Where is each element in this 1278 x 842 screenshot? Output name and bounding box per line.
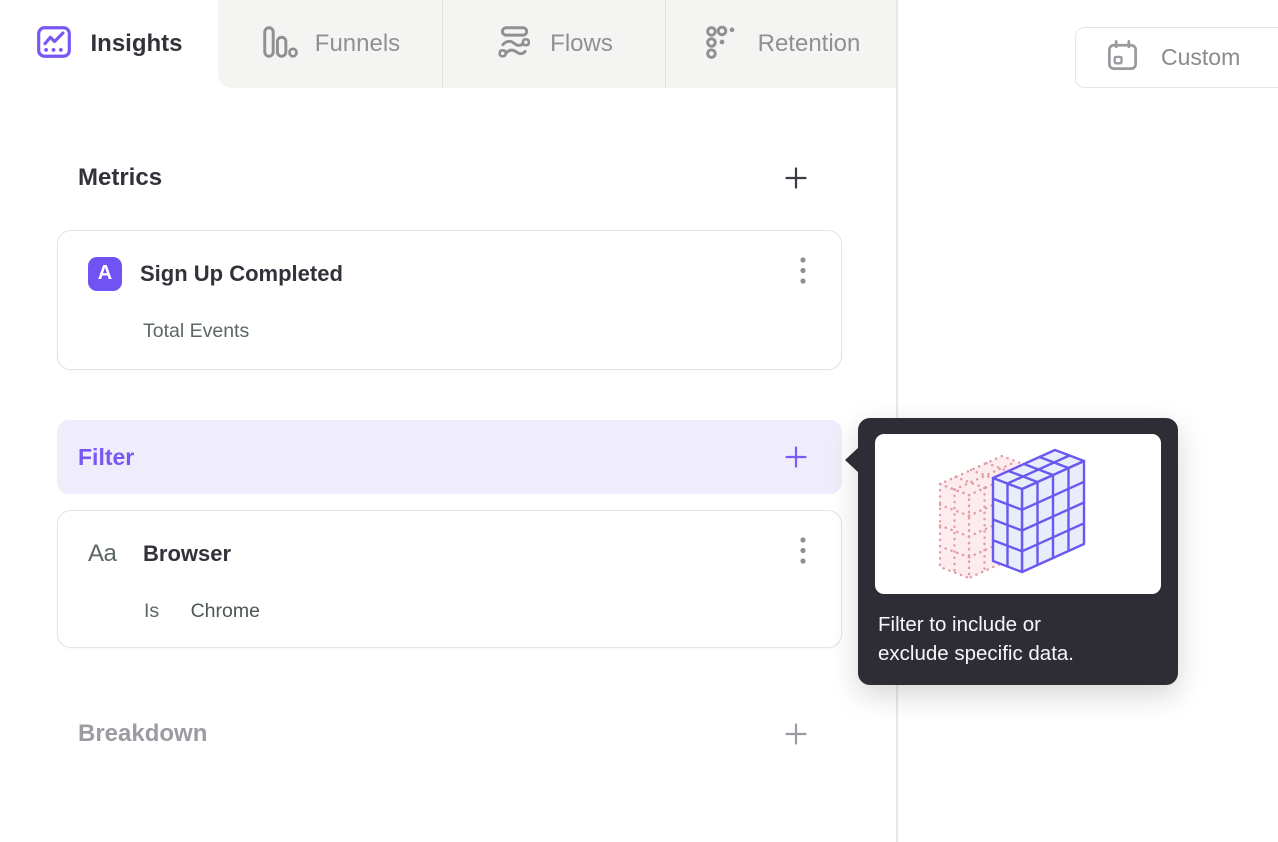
tab-label: Funnels [314,30,401,57]
tab-label: Flows [550,30,613,57]
metric-card-title: Sign Up Completed [140,260,343,286]
breakdown-title: Breakdown [78,720,208,747]
filter-help-tooltip: Filter to include or exclude specific da… [845,418,1178,685]
flows-stream-icon [495,23,533,66]
insights-chart-icon [35,23,73,66]
custom-date-button[interactable]: Custom [1075,27,1278,88]
tab-label: Insights [90,30,183,57]
metrics-section-header: Metrics [57,154,842,202]
tab-retention[interactable]: Retention [665,0,897,88]
tooltip-arrow [845,447,859,473]
kebab-menu-icon[interactable] [795,533,811,574]
metrics-title: Metrics [78,164,163,191]
tab-funnels[interactable]: Funnels [218,0,442,88]
filter-cube-illustration [875,434,1161,594]
filter-card-browser[interactable]: Aa Browser Is Chrome [57,510,842,648]
tooltip-text: Filter to include or exclude specific da… [878,613,1075,665]
metric-series-badge: A [88,256,122,291]
add-filter-plus-icon[interactable] [784,445,808,469]
string-property-icon: Aa [88,539,117,567]
tab-label: Retention [757,30,861,57]
filter-value[interactable]: Chrome [191,600,260,622]
tab-flows[interactable]: Flows [442,0,665,88]
calendar-icon [1105,38,1140,78]
add-metric-plus-icon[interactable] [784,166,808,190]
custom-date-label: Custom [1161,44,1241,70]
metric-card-subtitle[interactable]: Total Events [143,320,811,343]
funnels-bars-icon [260,23,298,66]
metric-card-sign-up-completed[interactable]: A Sign Up Completed Total Events [57,230,842,370]
retention-dots-icon [703,23,741,66]
filter-section-header[interactable]: Filter [57,420,842,494]
add-breakdown-plus-icon[interactable] [784,722,808,746]
tab-insights[interactable]: Insights [0,0,218,88]
filter-card-title: Browser [143,540,232,566]
filter-title: Filter [78,443,135,470]
filter-operator[interactable]: Is [144,600,159,622]
breakdown-section-header: Breakdown [57,706,842,762]
kebab-menu-icon[interactable] [795,253,811,294]
